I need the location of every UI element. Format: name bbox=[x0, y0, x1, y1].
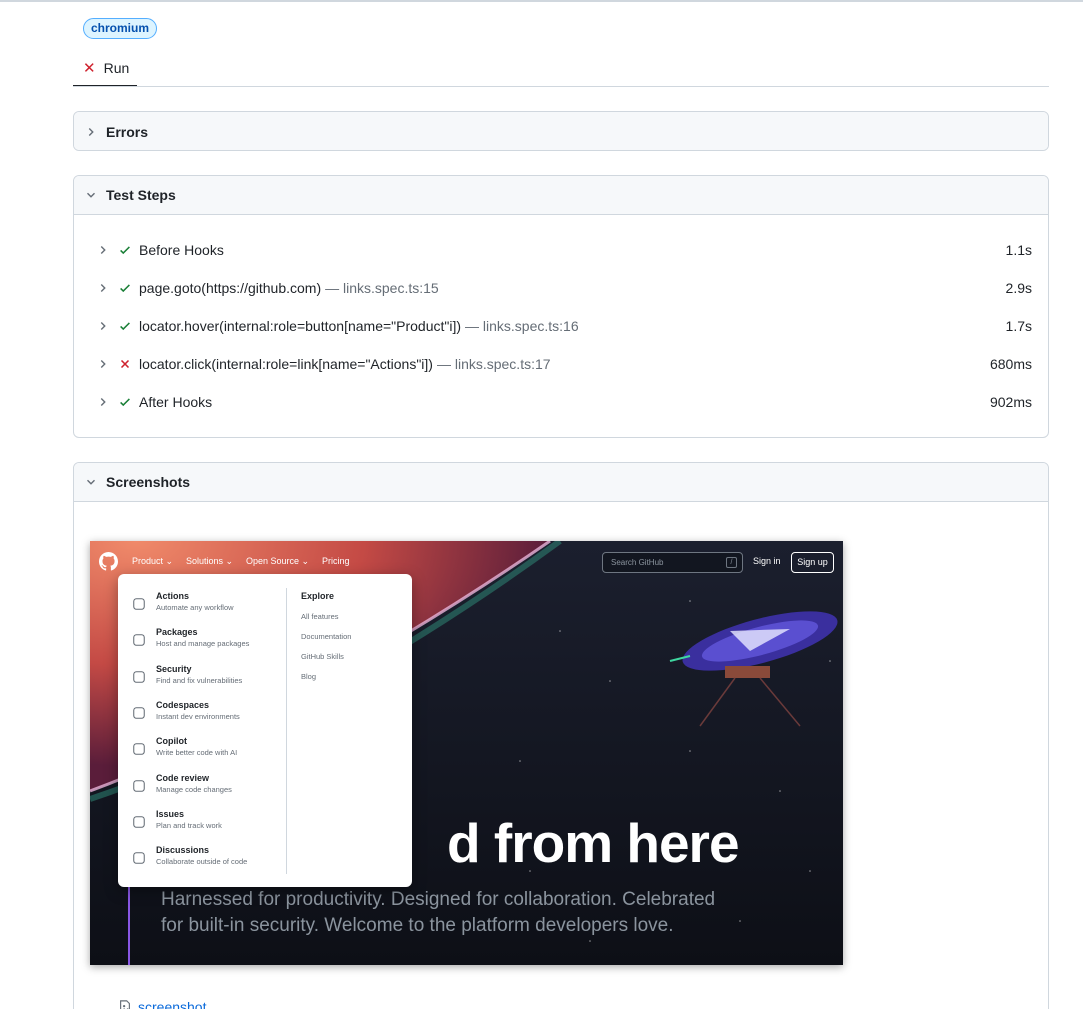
codespaces-icon bbox=[133, 707, 145, 719]
errors-panel: Errors bbox=[73, 111, 1049, 151]
search-shortcut-key: / bbox=[726, 557, 737, 568]
sign-up-button[interactable]: Sign up bbox=[791, 552, 834, 573]
copilot-icon bbox=[133, 743, 145, 755]
test-step-row[interactable]: locator.click(internal:role=link[name="A… bbox=[96, 352, 1032, 376]
step-title: After Hooks bbox=[139, 394, 213, 410]
screenshot-link[interactable]: screenshot bbox=[138, 999, 206, 1009]
tab-label: Run bbox=[103, 59, 130, 76]
screenshots-panel: Screenshots Product ⌄ Solutions ⌄ Open S… bbox=[73, 462, 1049, 1009]
step-location[interactable]: — links.spec.ts:15 bbox=[325, 280, 439, 296]
explore-link[interactable]: GitHub Skills bbox=[301, 652, 344, 661]
github-logo-icon[interactable] bbox=[99, 552, 118, 571]
menu-item-subtitle: Find and fix vulnerabilities bbox=[156, 675, 243, 685]
check-icon bbox=[120, 398, 130, 407]
project-badge[interactable]: chromium bbox=[83, 18, 158, 39]
menu-item-title: Issues bbox=[156, 808, 185, 819]
errors-header[interactable]: Errors bbox=[74, 112, 1048, 150]
file-media-icon bbox=[120, 1000, 130, 1009]
step-duration: 2.9s bbox=[1005, 280, 1032, 296]
test-screenshot[interactable]: Product ⌄ Solutions ⌄ Open Source ⌄ Pric… bbox=[90, 541, 843, 965]
explore-link[interactable]: All features bbox=[301, 612, 339, 621]
shield-check-icon bbox=[133, 670, 145, 683]
menu-item-subtitle: Write better code with AI bbox=[156, 748, 238, 758]
screenshots-title: Screenshots bbox=[106, 474, 191, 490]
test-step-row[interactable]: locator.hover(internal:role=button[name=… bbox=[96, 314, 1032, 338]
nav-open-source[interactable]: Open Source ⌄ bbox=[246, 556, 309, 567]
menu-item-subtitle: Plan and track work bbox=[156, 820, 222, 830]
test-steps-title: Test Steps bbox=[106, 187, 176, 203]
step-location[interactable]: — links.spec.ts:16 bbox=[465, 318, 579, 334]
top-border bbox=[0, 0, 1083, 2]
check-icon bbox=[120, 284, 130, 293]
menu-item-subtitle: Host and manage packages bbox=[156, 639, 250, 649]
code-review-icon bbox=[133, 779, 145, 792]
sign-in-link[interactable]: Sign in bbox=[753, 556, 781, 566]
step-duration: 680ms bbox=[989, 356, 1032, 372]
explore-heading: Explore bbox=[301, 591, 335, 601]
menu-item-title: Security bbox=[156, 663, 192, 674]
chevron-right-icon bbox=[100, 322, 106, 330]
step-duration: 1.1s bbox=[1005, 242, 1032, 258]
test-step-row[interactable]: page.goto(https://github.com) — links.spe… bbox=[96, 276, 1032, 300]
fail-icon: ✕ bbox=[83, 59, 96, 77]
step-title: locator.hover(internal:role=button[name=… bbox=[139, 318, 462, 334]
explore-link[interactable]: Blog bbox=[301, 672, 316, 681]
menu-item-title: Code review bbox=[156, 772, 210, 783]
test-step-row[interactable]: After Hooks 902ms bbox=[96, 390, 1032, 414]
test-steps-header[interactable]: Test Steps bbox=[74, 176, 1048, 215]
tab-divider bbox=[73, 86, 1049, 87]
nav-open-source-label: Open Source bbox=[246, 556, 300, 566]
issue-icon bbox=[133, 816, 145, 828]
comment-discussion-icon bbox=[133, 852, 145, 864]
check-icon bbox=[120, 246, 130, 255]
explore-link[interactable]: Documentation bbox=[301, 632, 351, 641]
menu-item-subtitle: Instant dev environments bbox=[156, 711, 240, 721]
nav-product-label: Product bbox=[132, 556, 164, 566]
nav-pricing[interactable]: Pricing bbox=[322, 556, 350, 566]
hero-accent-line bbox=[128, 887, 130, 965]
errors-title: Errors bbox=[106, 123, 149, 140]
tab-run[interactable]: ✕ Run bbox=[73, 50, 137, 87]
workflow-icon bbox=[133, 598, 145, 610]
hero-subtitle: Harnessed for productivity. Designed for… bbox=[161, 889, 716, 936]
menu-item-title: Actions bbox=[156, 591, 190, 601]
search-placeholder: Search GitHub bbox=[611, 558, 664, 567]
menu-item-title: Copilot bbox=[156, 736, 187, 747]
menu-item-title: Packages bbox=[156, 627, 198, 638]
chevron-right-icon bbox=[100, 398, 106, 406]
chevron-right-icon bbox=[88, 127, 94, 136]
github-search-input[interactable]: Search GitHub / bbox=[602, 552, 743, 573]
screenshots-header[interactable]: Screenshots bbox=[74, 463, 1048, 502]
screenshot-attachment: screenshot bbox=[118, 999, 206, 1009]
chevron-right-icon bbox=[100, 284, 106, 292]
test-steps-panel: Test Steps Before Hooks 1.1s page.goto(htt… bbox=[73, 175, 1049, 438]
nav-solutions[interactable]: Solutions ⌄ bbox=[186, 556, 233, 567]
check-icon bbox=[120, 322, 130, 331]
step-title: Before Hooks bbox=[139, 242, 224, 258]
package-icon bbox=[133, 634, 145, 647]
chevron-down-icon bbox=[87, 479, 95, 485]
menu-divider bbox=[286, 588, 287, 874]
menu-item-title: Discussions bbox=[156, 845, 210, 856]
chevron-right-icon bbox=[100, 246, 106, 254]
chevron-down-icon bbox=[87, 192, 95, 198]
menu-item-subtitle: Automate any workflow bbox=[156, 603, 234, 612]
menu-item-subtitle: Collaborate outside of code bbox=[156, 857, 248, 867]
menu-item-subtitle: Manage code changes bbox=[156, 784, 232, 794]
step-location[interactable]: — links.spec.ts:17 bbox=[437, 356, 551, 372]
nav-product[interactable]: Product ⌄ bbox=[132, 556, 173, 567]
hero-headline: d from here bbox=[447, 812, 740, 874]
nav-solutions-label: Solutions bbox=[186, 556, 224, 566]
test-step-row[interactable]: Before Hooks 1.1s bbox=[96, 238, 1032, 262]
product-dropdown-menu: Actions Automate any workflow Packages Host… bbox=[118, 574, 412, 887]
x-icon bbox=[120, 359, 130, 369]
step-title: page.goto(https://github.com) bbox=[139, 280, 322, 296]
step-title: locator.click(internal:role=link[name="A… bbox=[139, 356, 433, 372]
menu-item-title: Codespaces bbox=[156, 699, 210, 710]
step-duration: 1.7s bbox=[1005, 318, 1032, 334]
step-duration: 902ms bbox=[989, 394, 1032, 410]
chevron-right-icon bbox=[100, 360, 106, 368]
